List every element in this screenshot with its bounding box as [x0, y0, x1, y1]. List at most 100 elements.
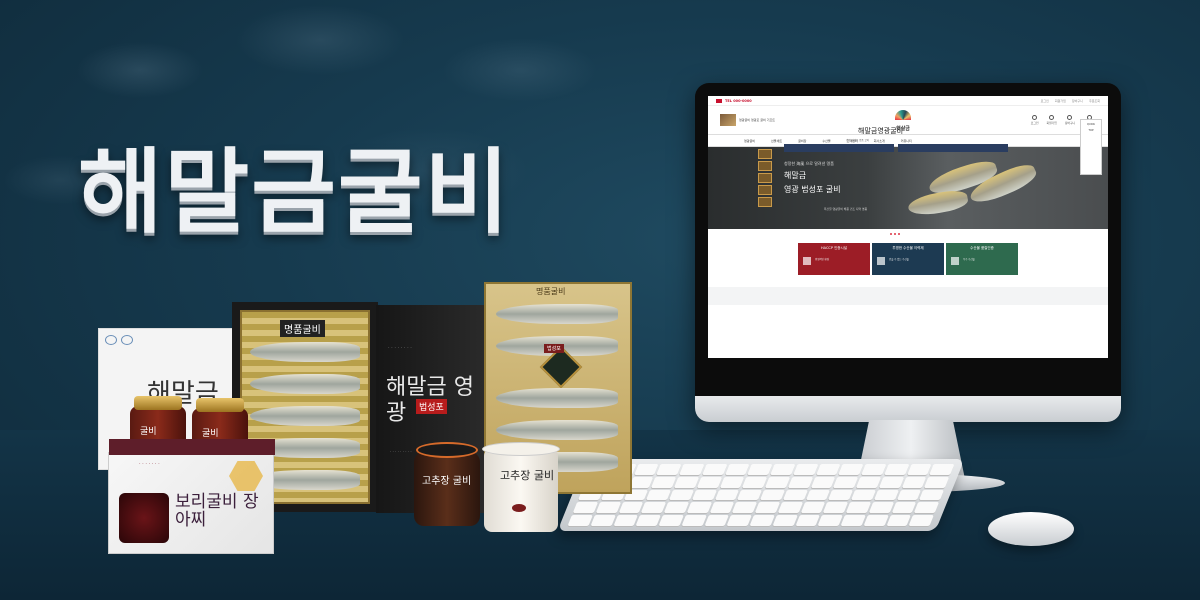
- header-join[interactable]: 회원가입: [1047, 115, 1057, 125]
- jar-lid: [134, 396, 182, 410]
- quick-menu[interactable]: QUICK TOP: [1080, 119, 1102, 175]
- bag-tagline: · · · · · · · ·: [388, 345, 412, 351]
- product-photo: [119, 493, 169, 543]
- section-product-bars: [784, 144, 1008, 152]
- cart-icon: [1067, 115, 1073, 120]
- util-link-cart[interactable]: 장바구니: [1072, 99, 1083, 103]
- fish-icon: [877, 257, 885, 265]
- box-product-name: 보리굴비 장아찌: [175, 492, 259, 530]
- slide-caption: 청정한 海風 으로 말려낸 명품 해말금 영광 법성포 굴비 특산물 영광굴비 …: [784, 161, 874, 211]
- box-caption: · · · · · · ·: [139, 461, 160, 467]
- box-title: 명품굴비: [536, 287, 566, 296]
- pagination-dot[interactable]: [894, 233, 896, 235]
- box-tag: 법성포: [544, 344, 564, 353]
- nav-item[interactable]: 수산물: [816, 139, 836, 143]
- header-icon-label: 회원가입: [1046, 121, 1057, 125]
- certification-badges: HACCP 인증시설 위생적인 환경 투명한 수산물 이력제 믿을 수 있는 수…: [708, 243, 1108, 275]
- util-link-login[interactable]: 로그인: [1041, 99, 1049, 103]
- mouse: [988, 512, 1074, 546]
- pagination-dot[interactable]: [898, 233, 900, 235]
- slide-description: 특산물 영광굴비 해풍 건조 지역 명품: [824, 207, 868, 211]
- fish-shape: [496, 304, 618, 324]
- fish-shape: [496, 420, 618, 440]
- util-link-order[interactable]: 주문조회: [1089, 99, 1100, 103]
- slide-tab[interactable]: [758, 149, 772, 159]
- badge-title: HACCP 인증시설: [821, 246, 847, 250]
- fish-shape: [496, 388, 618, 408]
- quick-menu-top[interactable]: TOP: [1088, 129, 1093, 132]
- hero-title: 해말금굴비: [78, 139, 512, 246]
- slide-tab[interactable]: [758, 197, 772, 207]
- badge-title: 투명한 수산물 이력제: [892, 246, 924, 250]
- promo-thumbnail: [720, 114, 736, 126]
- bag-footer: · · · · · · · · ·: [390, 449, 412, 454]
- section-logo: 해말금영광굴비: [858, 127, 904, 135]
- product-bar[interactable]: [898, 144, 1008, 152]
- slide-tab[interactable]: [758, 161, 772, 171]
- monitor-chin: [695, 396, 1121, 422]
- section-subtitle: 영광 법성포 명품 굴비: [846, 139, 870, 142]
- util-link-join[interactable]: 회원가입: [1055, 99, 1066, 103]
- nav-item[interactable]: 회사소개: [868, 139, 891, 143]
- cert-marks: [105, 335, 133, 345]
- header-icon-label: 장바구니: [1064, 121, 1076, 125]
- badge-traceability[interactable]: 투명한 수산물 이력제 믿을 수 있는 수산물: [872, 243, 944, 275]
- slide-side-tabs: [758, 149, 772, 207]
- chili-paste-jar: 고추장 굴비: [414, 442, 480, 526]
- sun-logo-icon: [895, 110, 911, 120]
- nav-item[interactable]: 커뮤니티: [895, 139, 918, 143]
- fish-shape: [250, 374, 360, 394]
- slide-fish-image: [898, 153, 1048, 223]
- website-screen: TEL 000-0000 로그인 회원가입 장바구니 주문조회 영광굴비 영광포…: [708, 96, 1108, 358]
- pickle-product-box: · · · · · · · 보리굴비 장아찌: [108, 439, 275, 554]
- honeycomb-icon: [229, 461, 263, 491]
- util-phone: TEL 000-0000: [725, 98, 752, 103]
- header-login[interactable]: 로그인: [1031, 115, 1039, 125]
- haccp-icon: [803, 257, 811, 265]
- tin-seal: [512, 504, 526, 512]
- slide-headline-2: 영광 법성포 굴비: [784, 185, 841, 194]
- quick-menu-title: QUICK: [1087, 123, 1095, 126]
- slide-eyebrow: 청정한 海風 으로 말려낸 명품: [784, 161, 834, 166]
- nav-item[interactable]: 선물세트: [765, 139, 788, 143]
- slide-pagination: [890, 233, 900, 235]
- promo-text: 영광굴비 영광포 굴비 기프트: [739, 118, 775, 122]
- main-slide[interactable]: 청정한 海風 으로 말려낸 명품 해말금 영광 법성포 굴비 특산물 영광굴비 …: [708, 119, 1108, 235]
- header-icon-label: 로그인: [1030, 121, 1039, 125]
- jar-label: 고추장 굴비: [422, 476, 472, 487]
- header-promo[interactable]: 영광굴비 영광포 굴비 기프트: [720, 114, 777, 126]
- header-cart[interactable]: 장바구니: [1065, 115, 1075, 125]
- nav-item[interactable]: 굴비장: [792, 139, 812, 143]
- cert-mark-icon: [105, 335, 117, 345]
- jar-lid: [196, 398, 244, 412]
- badge-quality[interactable]: 수산물 품질인증 우수 수산물: [946, 243, 1018, 275]
- cert-mark-icon: [121, 335, 133, 345]
- slide-headline-1: 해말금: [784, 171, 807, 180]
- bag-seal: 법성포: [416, 399, 447, 414]
- site-header: 영광굴비 영광포 굴비 기프트 햇살금 로그인 회원가입 장바구니 마이페이지: [708, 106, 1108, 134]
- util-badge-icon: [716, 98, 722, 103]
- fish-shape: [906, 187, 970, 219]
- tin-label: 고추장 굴비: [500, 469, 555, 482]
- user-icon: [1032, 115, 1038, 120]
- utility-bar: TEL 000-0000 로그인 회원가입 장바구니 주문조회: [708, 96, 1108, 106]
- white-tin: 고추장 굴비: [482, 442, 560, 532]
- box-top: [109, 439, 275, 455]
- lock-icon: [1049, 115, 1055, 120]
- product-bar[interactable]: [784, 144, 894, 152]
- badge-title: 수산물 품질인증: [970, 246, 994, 250]
- jar-label: 굴비: [202, 429, 219, 439]
- util-links: 로그인 회원가입 장바구니 주문조회: [1041, 99, 1100, 103]
- fish-shape: [250, 342, 360, 362]
- jar-lid: [416, 442, 478, 458]
- badge-haccp[interactable]: HACCP 인증시설 위생적인 환경: [798, 243, 870, 275]
- slide-tab[interactable]: [758, 173, 772, 183]
- tray-label: 명품굴비: [280, 320, 325, 337]
- section-divider: [708, 287, 1108, 305]
- slide-tab[interactable]: [758, 185, 772, 195]
- pagination-dot[interactable]: [890, 233, 892, 235]
- nav-item[interactable]: 영광굴비: [738, 139, 761, 143]
- fish-shape: [250, 406, 360, 426]
- tin-lid: [482, 442, 560, 456]
- certificate-icon: [951, 257, 959, 265]
